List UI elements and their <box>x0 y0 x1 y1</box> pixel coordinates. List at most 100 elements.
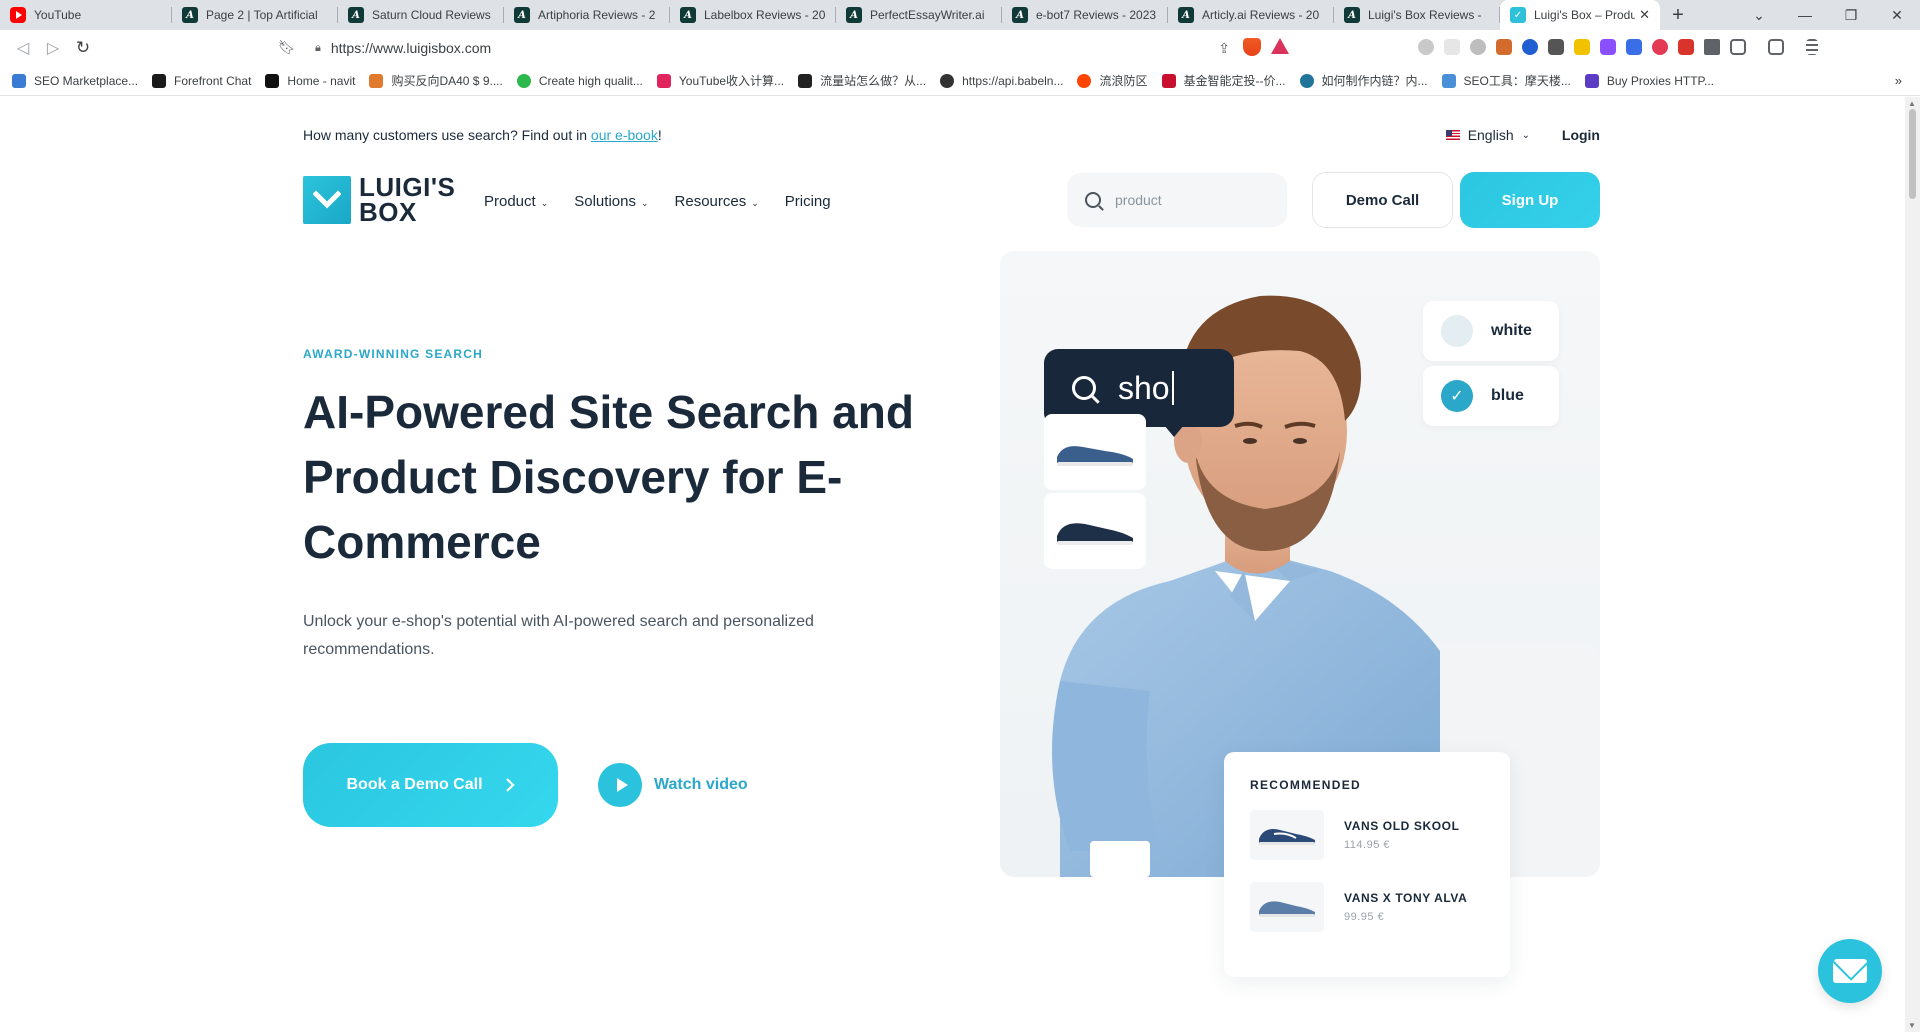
watch-video-button[interactable]: Watch video <box>598 763 748 807</box>
language-selector[interactable]: English ⌄ <box>1445 127 1530 143</box>
play-icon <box>598 763 642 807</box>
bookmark-item[interactable]: 如何制作内链？内... <box>1299 72 1428 89</box>
extension-icon[interactable] <box>1470 39 1486 55</box>
tab-topai-page2[interactable]: A Page 2 | Top Artificial <box>172 0 338 30</box>
bookmark-favicon-icon <box>12 73 26 88</box>
bookmark-item[interactable]: Home - navit <box>265 73 355 88</box>
bookmark-item[interactable]: Buy Proxies HTTP... <box>1584 73 1715 88</box>
lock-icon[interactable]: 🔒︎ <box>315 42 321 55</box>
extension-icon[interactable] <box>1600 39 1616 55</box>
product-thumbnail[interactable] <box>1044 414 1146 490</box>
bookmark-item[interactable]: Create high qualit... <box>516 73 643 88</box>
bookmark-label: 购买反向DA40 $ 9.... <box>391 74 503 88</box>
tab-articly[interactable]: A Articly.ai Reviews - 20 <box>1168 0 1334 30</box>
bookmark-label: Buy Proxies HTTP... <box>1606 73 1715 88</box>
nav-solutions[interactable]: Solutions ⌄ <box>574 193 648 210</box>
tab-saturn-cloud[interactable]: A Saturn Cloud Reviews <box>338 0 504 30</box>
reload-icon[interactable]: ↻ <box>68 38 98 58</box>
tab-title: Page 2 | Top Artificial <box>206 8 318 22</box>
tab-luigisbox-reviews[interactable]: A Luigi's Box Reviews - <box>1334 0 1500 30</box>
text-cursor <box>1171 371 1174 405</box>
bookmark-item[interactable]: 购买反向DA40 $ 9.... <box>369 72 503 89</box>
tab-title: PerfectEssayWriter.ai <box>870 8 985 22</box>
bookmark-item[interactable]: SEO工具：摩天楼... <box>1441 72 1571 89</box>
bookmark-item[interactable]: 流量站怎么做？从... <box>798 72 926 89</box>
demo-call-button[interactable]: Demo Call <box>1312 172 1453 228</box>
us-flag-icon <box>1445 130 1460 140</box>
bookmarks-overflow-icon[interactable]: » <box>1895 73 1902 88</box>
product-thumbnail <box>1250 810 1324 860</box>
wallet-icon[interactable] <box>1768 39 1784 55</box>
bookmark-label: 流量站怎么做？从... <box>820 74 927 88</box>
extension-icon[interactable] <box>1522 39 1538 55</box>
close-window-icon[interactable]: ✕ <box>1874 7 1920 24</box>
sidebar-icon[interactable] <box>1730 39 1746 55</box>
book-demo-label: Book a Demo Call <box>346 776 483 793</box>
login-link[interactable]: Login <box>1562 127 1600 143</box>
brave-shield-icon[interactable] <box>1243 38 1261 56</box>
brave-rewards-icon[interactable] <box>1271 38 1289 54</box>
filter-blue[interactable]: ✓ blue <box>1423 366 1559 426</box>
filter-white[interactable]: white <box>1423 301 1559 361</box>
tab-search-icon[interactable]: ⌄ <box>1736 7 1782 24</box>
recommended-item[interactable]: VANS OLD SKOOL 114.95 € <box>1250 810 1484 860</box>
share-icon[interactable]: ⇪ <box>1218 40 1230 57</box>
recommended-item[interactable]: VANS X TONY ALVA 99.95 € <box>1250 882 1484 932</box>
forward-icon[interactable]: ▷ <box>38 38 68 58</box>
close-tab-icon[interactable]: ✕ <box>1639 7 1650 23</box>
bookmark-favicon-icon <box>1299 73 1314 88</box>
scrollbar-thumb[interactable] <box>1909 109 1916 199</box>
book-demo-button[interactable]: Book a Demo Call <box>303 743 558 827</box>
restore-icon[interactable]: ❐ <box>1828 7 1874 24</box>
menu-icon[interactable] <box>1806 39 1818 55</box>
product-thumbnail[interactable] <box>1044 493 1146 569</box>
tab-luigisbox-active[interactable]: ✓ Luigi's Box – Produ ✕ <box>1500 0 1660 30</box>
tab-labelbox[interactable]: A Labelbox Reviews - 20 <box>670 0 836 30</box>
tab-youtube[interactable]: YouTube <box>0 0 172 30</box>
nav-product[interactable]: Product ⌄ <box>484 193 548 210</box>
bookmark-item[interactable]: 流浪防区 <box>1077 72 1148 89</box>
hero-eyebrow: AWARD-WINNING SEARCH <box>303 347 483 361</box>
tab-ebot7[interactable]: Ae-bot7 Reviews - 2023 <box>1002 0 1168 30</box>
bookmark-item[interactable]: YouTube收入计算... <box>656 72 785 89</box>
tab-artiphoria[interactable]: A Artiphoria Reviews - 2 <box>504 0 670 30</box>
extension-icon[interactable] <box>1626 39 1642 55</box>
extension-icon[interactable] <box>1496 39 1512 55</box>
bookmark-item[interactable]: https://api.babeln... <box>940 73 1063 88</box>
bookmark-label: YouTube收入计算... <box>678 74 785 88</box>
extension-icon[interactable] <box>1574 39 1590 55</box>
minimize-icon[interactable]: — <box>1782 7 1828 23</box>
scroll-down-icon[interactable]: ▼ <box>1908 1021 1916 1030</box>
tab-perfectessaywriter[interactable]: A PerfectEssayWriter.ai <box>836 0 1002 30</box>
extension-icon[interactable] <box>1444 39 1460 55</box>
bookmark-item[interactable]: SEO Marketplace... <box>12 73 138 88</box>
nav-resources[interactable]: Resources ⌄ <box>675 193 759 210</box>
main-nav: Product ⌄ Solutions ⌄ Resources ⌄ Pricing <box>484 193 831 210</box>
filter-label: white <box>1491 322 1532 339</box>
bookmark-item[interactable]: 基金智能定投--价... <box>1161 72 1286 89</box>
luigisbox-logo[interactable]: LUIGI'S BOX <box>303 174 455 225</box>
site-search-input[interactable]: product <box>1067 173 1287 227</box>
scroll-up-icon[interactable]: ▲ <box>1908 99 1916 108</box>
extension-icon[interactable] <box>1652 39 1668 55</box>
bookmark-page-icon[interactable]: 🔖︎ <box>278 39 296 56</box>
extension-icon[interactable] <box>1548 39 1564 55</box>
bookmark-item[interactable]: Forefront Chat <box>152 73 251 88</box>
chat-button[interactable] <box>1818 939 1882 1003</box>
page-scrollbar[interactable]: ▲ ▼ <box>1905 97 1920 1032</box>
back-icon[interactable]: ◁ <box>8 38 38 58</box>
nav-pricing[interactable]: Pricing <box>785 193 831 210</box>
puzzle-icon[interactable] <box>1704 39 1720 55</box>
address-bar[interactable]: 🔒︎ https://www.luigisbox.com ⇪ <box>315 34 1305 62</box>
sneaker-icon <box>1057 446 1133 466</box>
extension-icon[interactable] <box>1418 39 1434 55</box>
sign-up-button[interactable]: Sign Up <box>1460 172 1600 228</box>
extension-icon[interactable] <box>1678 39 1694 55</box>
bookmark-label: Create high qualit... <box>538 73 643 88</box>
tab-title: Saturn Cloud Reviews <box>372 8 491 22</box>
new-tab-button[interactable]: + <box>1660 0 1696 30</box>
ebook-link[interactable]: our e-book <box>591 127 658 143</box>
announcement-suffix: ! <box>657 127 662 143</box>
topai-icon: A <box>182 7 198 23</box>
topai-icon: A <box>514 7 530 23</box>
